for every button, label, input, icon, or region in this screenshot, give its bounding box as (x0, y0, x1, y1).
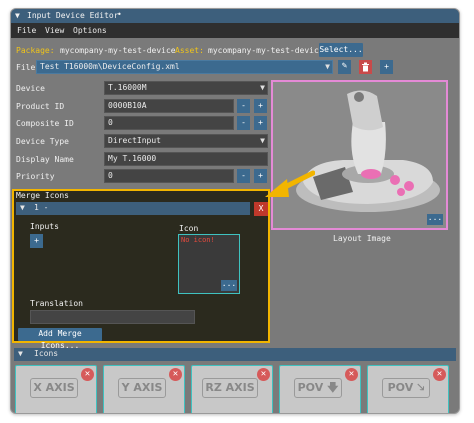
collapse-icon[interactable]: ▼ (20, 203, 25, 212)
device-combo[interactable]: T.16000M ▼ (104, 81, 268, 95)
remove-tile-icon[interactable]: ✕ (433, 368, 446, 381)
chevron-down-icon: ▼ (260, 83, 265, 92)
icons-section-title: Icons (34, 349, 59, 358)
arrow-down-icon: 🡇 (327, 381, 339, 394)
package-label: Package: (16, 46, 55, 55)
file-label: File (16, 63, 36, 72)
layout-image-frame[interactable]: ... (271, 80, 448, 230)
inputs-label: Inputs (30, 222, 59, 231)
product-id-field[interactable]: 0000B10A (104, 99, 234, 113)
select-button[interactable]: Select... (319, 43, 363, 57)
priority-value: 0 (108, 171, 113, 180)
remove-tile-icon[interactable]: ✕ (257, 368, 270, 381)
icon-more-button[interactable]: ... (221, 280, 237, 291)
display-name-value: My T.16000 (108, 154, 157, 163)
unsaved-dot-icon: • (117, 10, 122, 19)
device-value: T.16000M (108, 83, 147, 92)
device-type-combo[interactable]: DirectInput ▼ (104, 134, 268, 148)
translation-input[interactable] (30, 310, 195, 324)
tile-label: POV 🡖 (382, 378, 430, 398)
input-device-editor-window: ▼ Input Device Editor • File View Option… (10, 8, 460, 414)
highlight-arrow-icon (265, 170, 315, 197)
tile-label: POV 🡇 (294, 378, 342, 398)
icon-tile-rz-axis[interactable]: RZ AXIS ✕ (191, 365, 273, 413)
composite-id-increment-button[interactable]: + (254, 116, 267, 130)
icon-tile-y-axis[interactable]: Y AXIS ✕ (103, 365, 185, 413)
merge-icons-title: Merge Icons (16, 191, 69, 200)
composite-id-label: Composite ID (16, 119, 74, 128)
joystick-image (296, 90, 440, 212)
icon-preview[interactable]: No icon! ... (178, 234, 240, 294)
remove-tile-icon[interactable]: ✕ (345, 368, 358, 381)
product-id-decrement-button[interactable]: - (237, 99, 250, 113)
product-id-label: Product ID (16, 102, 65, 111)
icons-section-header[interactable]: ▼ Icons (14, 348, 456, 361)
collapse-window-icon[interactable]: ▼ (15, 11, 20, 20)
tile-label: Y AXIS (118, 378, 166, 398)
file-combo[interactable]: Test T16000m\DeviceConfig.xml ▼ (36, 60, 333, 74)
asset-value: mycompany-my-test-device (208, 46, 324, 55)
product-id-value: 0000B10A (108, 101, 147, 110)
display-name-input[interactable]: My T.16000 (104, 152, 268, 166)
device-label: Device (16, 84, 45, 93)
remove-tile-icon[interactable]: ✕ (81, 368, 94, 381)
composite-id-field[interactable]: 0 (104, 116, 234, 130)
priority-label: Priority (16, 172, 55, 181)
merge-icons-panel: Merge Icons ▼ 1 - X Inputs + Icon No ico… (12, 189, 270, 350)
asset-label: Asset: (175, 46, 204, 55)
device-type-value: DirectInput (108, 136, 161, 145)
composite-id-value: 0 (108, 118, 113, 127)
menu-options[interactable]: Options (73, 26, 107, 35)
device-type-label: Device Type (16, 137, 69, 146)
layout-image-more-button[interactable]: ... (427, 214, 443, 225)
layout-image-caption: Layout Image (333, 234, 391, 243)
collapse-icon[interactable]: ▼ (18, 349, 23, 358)
merge-icon-entry-title: 1 - (34, 203, 49, 212)
chevron-down-icon: ▼ (325, 62, 330, 71)
arrow-down-right-icon: 🡖 (417, 381, 425, 394)
trash-icon[interactable] (359, 60, 372, 74)
icon-label: Icon (179, 224, 199, 233)
priority-field[interactable]: 0 (104, 169, 234, 183)
add-input-button[interactable]: + (30, 234, 43, 248)
title-bar: ▼ Input Device Editor • (11, 9, 459, 23)
translation-label: Translation (30, 299, 83, 308)
tile-label: RZ AXIS (202, 378, 258, 398)
menu-view[interactable]: View (45, 26, 64, 35)
display-name-label: Display Name (16, 155, 74, 164)
menu-file[interactable]: File (17, 26, 36, 35)
no-icon-text: No icon! (181, 236, 215, 244)
product-id-increment-button[interactable]: + (254, 99, 267, 113)
edit-pencil-icon[interactable]: ✎ (338, 60, 351, 74)
package-value: mycompany-my-test-device (60, 46, 176, 55)
tile-label: X AXIS (30, 378, 78, 398)
add-file-button[interactable]: + (380, 60, 393, 74)
remove-tile-icon[interactable]: ✕ (169, 368, 182, 381)
add-merge-icons-button[interactable]: Add Merge Icons... (18, 328, 102, 350)
merge-icon-entry-header[interactable]: ▼ 1 - (16, 202, 250, 215)
menu-bar: File View Options (11, 23, 459, 38)
icon-tile-x-axis[interactable]: X AXIS ✕ (15, 365, 97, 413)
file-path: Test T16000m\DeviceConfig.xml (40, 62, 180, 71)
composite-id-decrement-button[interactable]: - (237, 116, 250, 130)
window-title: Input Device Editor (27, 11, 119, 20)
icon-tile-pov-down-right[interactable]: POV 🡖 ✕ (367, 365, 449, 413)
chevron-down-icon: ▼ (260, 136, 265, 145)
icon-tile-pov-down[interactable]: POV 🡇 ✕ (279, 365, 361, 413)
priority-decrement-button[interactable]: - (237, 169, 250, 183)
